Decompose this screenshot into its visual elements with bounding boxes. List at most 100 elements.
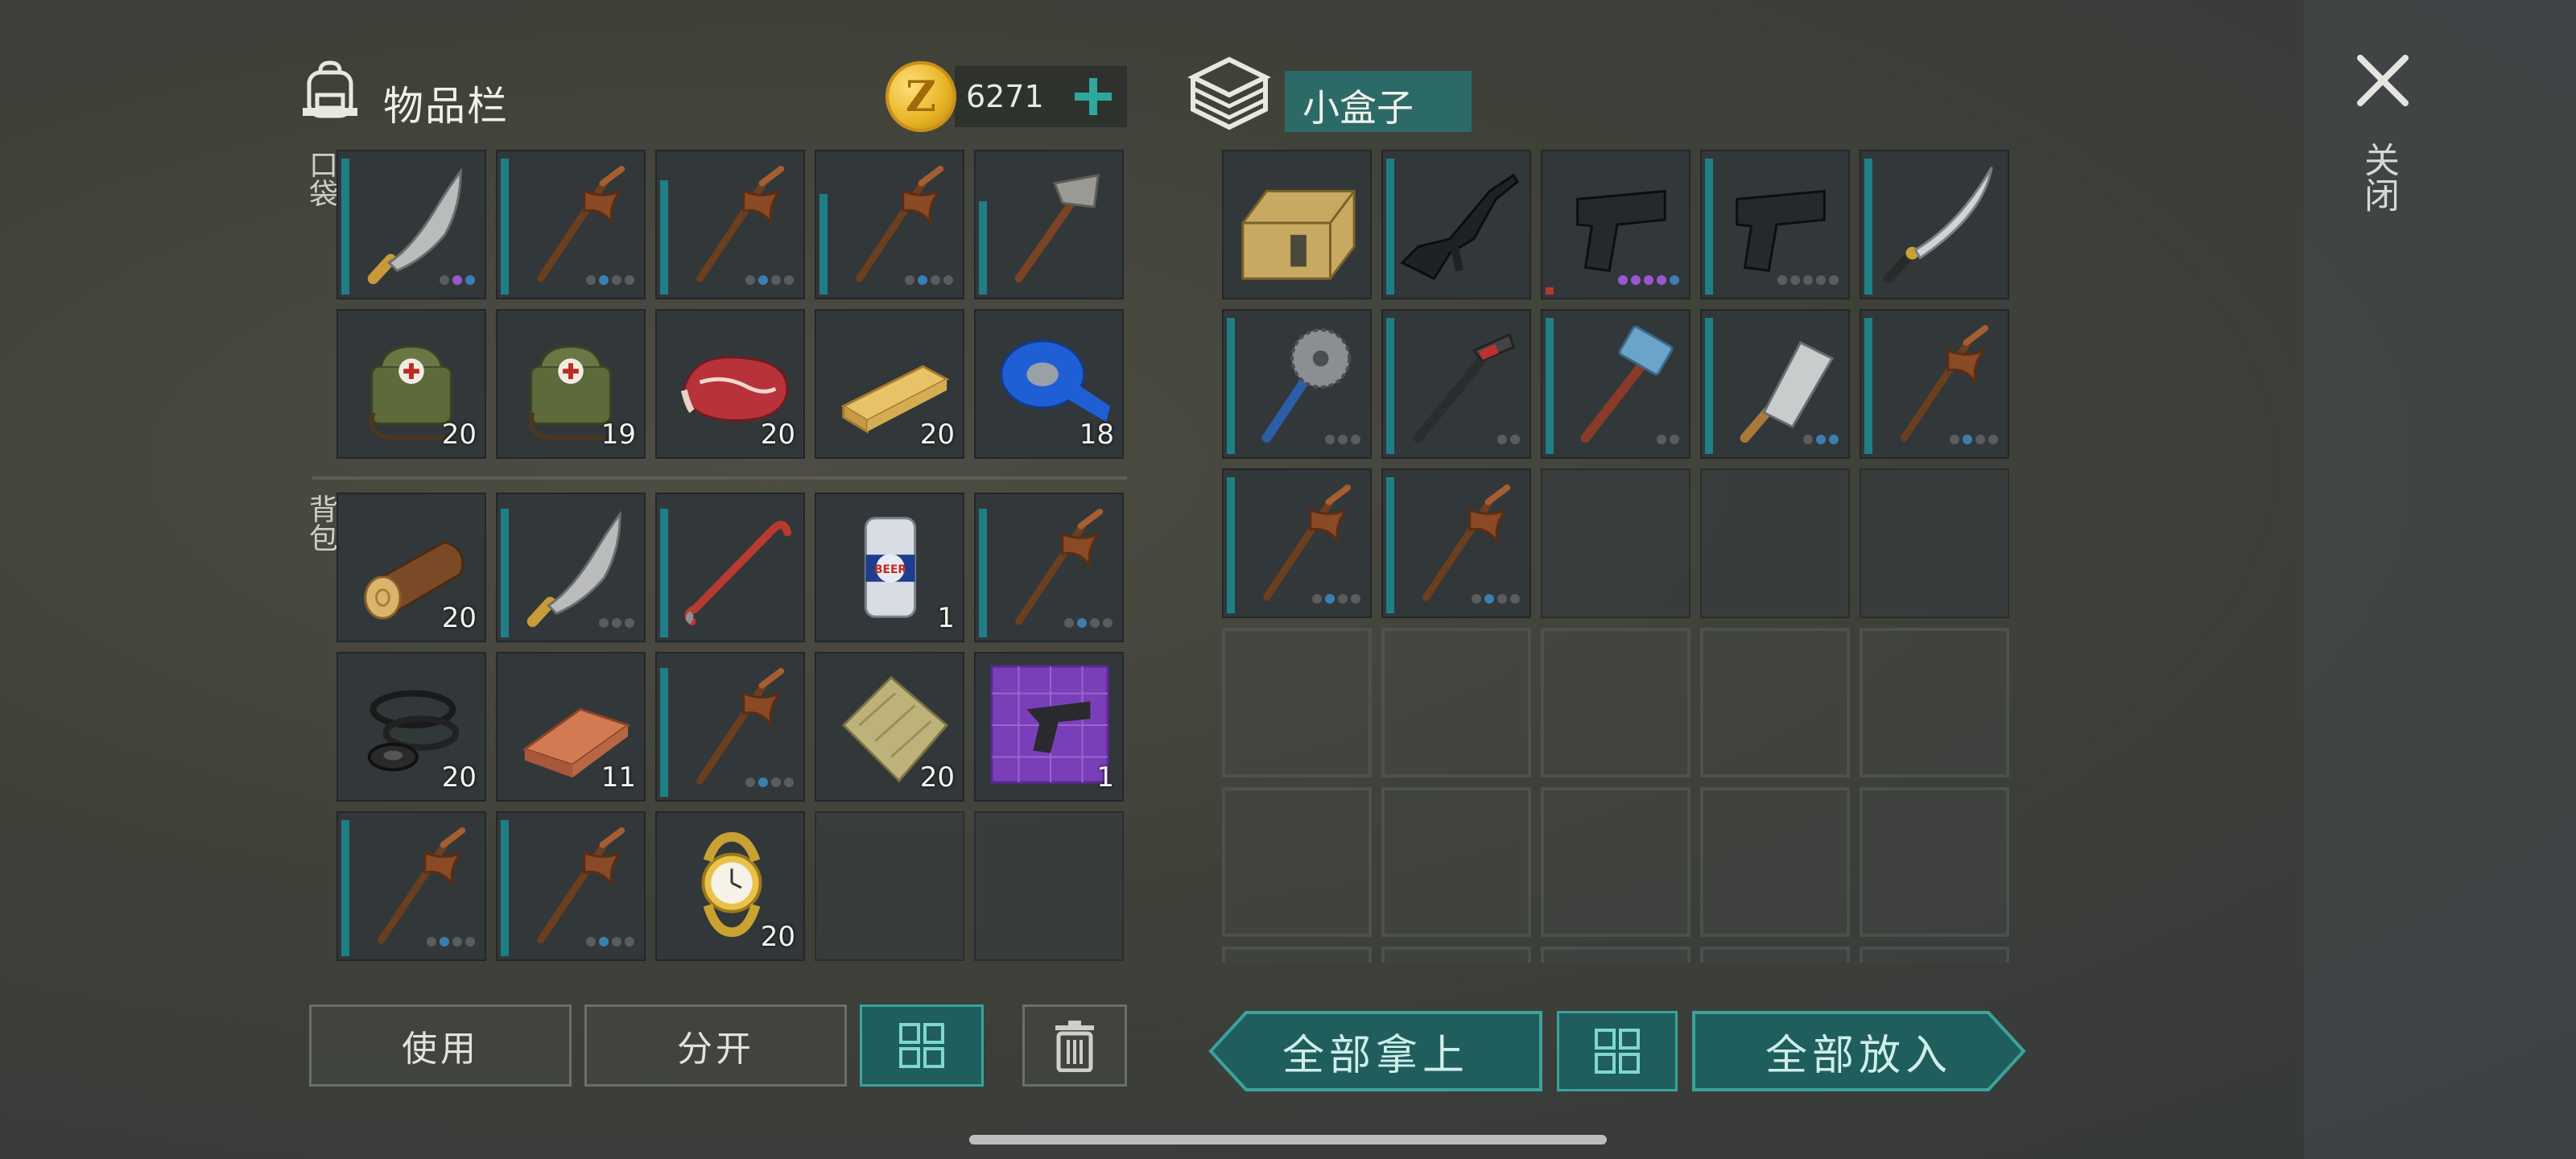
- item-count: 11: [601, 761, 636, 794]
- pickaxe-icon: [1015, 508, 1104, 625]
- item-count: 20: [441, 419, 477, 451]
- quality-dots: [1803, 435, 1839, 444]
- container.items-slot[interactable]: [1541, 468, 1690, 618]
- inventory.pocket-slot[interactable]: 20: [815, 309, 964, 459]
- container.items-slot[interactable]: [1541, 150, 1690, 299]
- close-icon[interactable]: [2351, 48, 2415, 113]
- pickaxe-icon: [1901, 324, 1989, 442]
- inventory.backpack-slot[interactable]: BEER 1: [815, 493, 964, 642]
- locked-slot: [1860, 628, 2009, 777]
- inventory.backpack-slot[interactable]: 20: [815, 652, 964, 802]
- sledgehammer-icon: [1580, 325, 1674, 443]
- take-all-button[interactable]: 全部拿上: [1208, 1009, 1544, 1093]
- durability-bar: [660, 509, 668, 637]
- quality-dots: [1777, 275, 1839, 285]
- container.items-slot[interactable]: [1222, 309, 1372, 459]
- durability-bar: [1227, 477, 1235, 613]
- inventory.pocket-slot[interactable]: 20: [336, 309, 486, 459]
- quality-dots: [1950, 435, 1998, 444]
- container.items-slot[interactable]: [1860, 468, 2009, 618]
- home-indicator[interactable]: [969, 1135, 1607, 1145]
- inventory.backpack-slot[interactable]: [655, 493, 805, 642]
- container.items-slot[interactable]: [1860, 150, 2009, 299]
- item-count: 20: [919, 419, 955, 451]
- container.items-slot[interactable]: [1222, 150, 1372, 299]
- locked-slot: [1860, 787, 2009, 937]
- durability-bar: [819, 194, 828, 295]
- durability-bar: [979, 201, 987, 295]
- pickaxe-icon: [537, 165, 625, 283]
- locked-slot: [1381, 947, 1531, 963]
- container.items-slot[interactable]: [1700, 309, 1850, 459]
- inventory.pocket-slot[interactable]: [974, 150, 1124, 299]
- inventory.backpack-slot[interactable]: [496, 493, 646, 642]
- quality-dots: [1312, 594, 1360, 604]
- locked-slot: [1700, 947, 1850, 963]
- use-button[interactable]: 使用: [309, 1004, 572, 1087]
- container.items-slot[interactable]: [1222, 468, 1372, 618]
- katana-icon: [1883, 167, 1993, 284]
- trash-icon: [1055, 1021, 1094, 1072]
- pickaxe-icon: [378, 827, 466, 944]
- inventory.pocket-slot[interactable]: [336, 150, 486, 299]
- container.items-slot[interactable]: [1700, 150, 1850, 299]
- put-all-button[interactable]: 全部放入: [1690, 1009, 2027, 1093]
- durability-bar: [501, 820, 509, 956]
- close-label[interactable]: 关闭: [2358, 142, 2404, 212]
- container.items-slot[interactable]: [1381, 309, 1531, 459]
- add-coins-button[interactable]: [1061, 66, 1125, 127]
- weapon-crate-icon: [1241, 190, 1356, 280]
- container.items-slot[interactable]: [1700, 468, 1850, 618]
- inventory.pocket-slot[interactable]: [496, 150, 646, 299]
- machete-icon: [367, 167, 462, 285]
- pickaxe-icon: [696, 667, 785, 785]
- inventory.backpack-slot[interactable]: 1: [974, 652, 1124, 802]
- inventory.pocket-slot[interactable]: [655, 150, 805, 299]
- container.items-slot[interactable]: [1860, 309, 2009, 459]
- quality-dots: [1497, 435, 1520, 444]
- box-icon: [1187, 56, 1271, 130]
- split-button[interactable]: 分开: [584, 1004, 847, 1087]
- durability-bar: [1227, 318, 1235, 454]
- inventory.pocket-slot[interactable]: 18: [974, 309, 1124, 459]
- durability-bar: [1864, 159, 1872, 295]
- pistol-icon: [1736, 189, 1826, 272]
- svg-text:BEER: BEER: [874, 563, 906, 576]
- locked-slot: [1541, 628, 1690, 777]
- inventory.pocket-slot[interactable]: [815, 150, 964, 299]
- container.items-slot[interactable]: [1381, 468, 1531, 618]
- backpack-icon: [303, 60, 357, 118]
- stone-hammer-icon: [1014, 173, 1100, 283]
- item-count: 20: [441, 761, 477, 794]
- inventory.backpack-slot[interactable]: [974, 811, 1124, 961]
- quality-dots: [745, 777, 794, 787]
- inventory.backpack-slot[interactable]: 20: [655, 811, 805, 961]
- durability-bar: [1386, 477, 1394, 613]
- sort-container-button[interactable]: [1557, 1011, 1678, 1091]
- item-count: 1: [937, 602, 955, 634]
- quality-dots: [905, 275, 953, 285]
- inventory.pocket-slot[interactable]: 20: [655, 309, 805, 459]
- quality-dots: [1472, 594, 1520, 604]
- inventory.backpack-slot[interactable]: [336, 811, 486, 961]
- sort-inventory-button[interactable]: [860, 1004, 984, 1087]
- container.items-slot[interactable]: [1541, 309, 1690, 459]
- inventory.backpack-slot[interactable]: 11: [496, 652, 646, 802]
- inventory.backpack-slot[interactable]: [974, 493, 1124, 642]
- pistol-blueprint-icon: [990, 665, 1109, 784]
- locked-slot: [1700, 628, 1850, 777]
- durability-bar: [1546, 318, 1554, 454]
- locked-slot: [1381, 787, 1531, 937]
- item-count: 20: [760, 419, 795, 451]
- inventory.backpack-slot[interactable]: 20: [336, 652, 486, 802]
- item-count: 19: [601, 419, 636, 451]
- inventory.backpack-slot[interactable]: 20: [336, 493, 486, 642]
- locked-slot: [1222, 628, 1372, 777]
- inventory.pocket-slot[interactable]: 19: [496, 309, 646, 459]
- quality-dots: [586, 275, 634, 285]
- inventory.backpack-slot[interactable]: [655, 652, 805, 802]
- delete-button[interactable]: [1022, 1004, 1127, 1087]
- container.items-slot[interactable]: [1381, 150, 1531, 299]
- inventory.backpack-slot[interactable]: [815, 811, 964, 961]
- inventory.backpack-slot[interactable]: [496, 811, 646, 961]
